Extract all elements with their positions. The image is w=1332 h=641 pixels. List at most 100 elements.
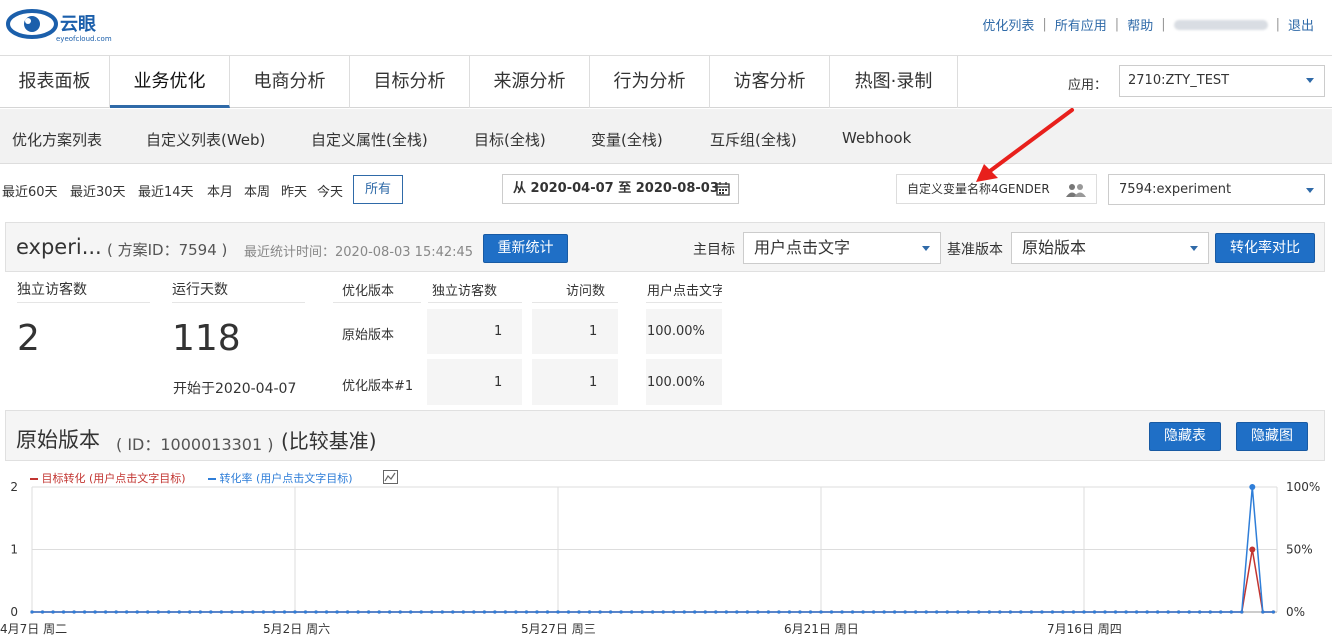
series-point	[1166, 610, 1170, 614]
range-this-month[interactable]: 本月	[207, 181, 233, 200]
series-point	[682, 610, 686, 614]
series-point	[409, 610, 413, 614]
range-14d[interactable]: 最近14天	[138, 181, 194, 200]
series-point	[377, 610, 381, 614]
app-select[interactable]: 2710:ZTY_TEST	[1119, 65, 1325, 97]
tab-source-analysis[interactable]: 来源分析	[470, 56, 590, 108]
row-visitors: 1	[494, 324, 503, 339]
series-point	[1229, 610, 1233, 614]
subnav-custom-attributes[interactable]: 自定义属性(全栈)	[311, 129, 428, 150]
series-point	[945, 610, 949, 614]
series-point	[766, 610, 771, 614]
tab-behavior-analysis[interactable]: 行为分析	[590, 56, 710, 108]
separator: |	[1042, 17, 1047, 32]
series-point	[1145, 610, 1149, 614]
table-header-goal: 用户点击文字	[647, 284, 722, 299]
running-days-label: 运行天数	[172, 279, 305, 303]
range-60d[interactable]: 最近60天	[2, 181, 58, 200]
y-tick-label-right: 0%	[1286, 605, 1305, 619]
series-point	[503, 610, 507, 614]
series-point	[1249, 546, 1256, 553]
series-point	[524, 610, 529, 614]
tab-visitor-analysis[interactable]: 访客分析	[710, 56, 830, 108]
tab-business-optimization[interactable]: 业务优化	[110, 56, 230, 108]
subnav-custom-list-web[interactable]: 自定义列表(Web)	[146, 129, 265, 150]
svg-text:云眼: 云眼	[60, 14, 96, 35]
series-point	[1249, 484, 1256, 490]
tab-ecommerce[interactable]: 电商分析	[230, 56, 350, 108]
tab-heatmap-recording[interactable]: 热图·录制	[830, 56, 958, 108]
range-today[interactable]: 今天	[317, 181, 343, 200]
subnav-webhook[interactable]: Webhook	[842, 129, 911, 147]
series-point	[935, 610, 939, 614]
goal-label: 主目标	[693, 242, 735, 258]
divider	[428, 302, 522, 303]
subnav-experiment-list[interactable]: 优化方案列表	[12, 129, 102, 150]
series-point	[1040, 610, 1044, 614]
series-point	[1208, 610, 1212, 614]
range-yesterday[interactable]: 昨天	[281, 181, 307, 200]
experiment-select[interactable]: 7594:experiment	[1108, 174, 1325, 205]
series-point	[146, 610, 150, 614]
date-range-picker[interactable]: 从 2020-04-07 至 2020-08-03	[502, 174, 739, 204]
goal-select-value: 用户点击文字	[754, 238, 851, 257]
annotation-arrow-icon	[976, 108, 1074, 182]
svg-text:eyeofcloud.com: eyeofcloud.com	[56, 35, 112, 43]
sub-nav: 优化方案列表 自定义列表(Web) 自定义属性(全栈) 目标(全栈) 变量(全栈…	[0, 109, 1332, 164]
experiment-select-value: 7594:experiment	[1119, 182, 1232, 197]
user-name-blurred[interactable]	[1173, 19, 1268, 30]
eye-logo-icon: 云眼 eyeofcloud.com	[6, 9, 112, 43]
trend-chart: 0 0% 1 50% 2 100% 4月7日 周二 5月2日 周六 5月27日 周三 6月21日 …	[0, 480, 1320, 636]
top-link-logout[interactable]: 退出	[1288, 15, 1314, 34]
recount-button[interactable]: 重新统计	[483, 234, 568, 263]
table-header-visitors: 独立访客数	[432, 284, 498, 299]
series-point	[777, 610, 781, 614]
series-point	[1135, 610, 1139, 614]
series-point	[1124, 610, 1128, 614]
series-point	[1071, 610, 1076, 614]
series-point	[630, 610, 634, 614]
top-bar: 云眼 eyeofcloud.com 优化列表 | 所有应用 | 帮助 | | 退…	[0, 0, 1332, 56]
x-tick-label: 7月16日 周四	[1047, 622, 1122, 636]
app-label: 应用：	[1068, 78, 1108, 93]
hide-chart-button[interactable]: 隐藏图	[1236, 422, 1308, 451]
tab-goal-analysis[interactable]: 目标分析	[350, 56, 470, 108]
hide-table-button[interactable]: 隐藏表	[1149, 422, 1221, 451]
goal-select[interactable]: 用户点击文字	[743, 232, 941, 264]
tab-dashboard[interactable]: 报表面板	[0, 56, 110, 108]
x-tick-label: 6月21日 周日	[784, 622, 859, 636]
series-point	[724, 610, 728, 614]
top-link-help[interactable]: 帮助	[1127, 15, 1153, 34]
subnav-mutex-groups[interactable]: 互斥组(全栈)	[710, 129, 797, 150]
series-point	[1177, 610, 1181, 614]
unique-visitors-value: 2	[17, 318, 40, 359]
top-links: 优化列表 | 所有应用 | 帮助 | | 退出	[982, 15, 1332, 34]
series-point	[104, 610, 108, 614]
range-30d[interactable]: 最近30天	[70, 181, 126, 200]
unique-visitors-label: 独立访客数	[17, 279, 150, 303]
series-point	[293, 610, 297, 614]
calendar-icon	[716, 182, 730, 196]
cell-bg	[427, 359, 522, 405]
brand-logo[interactable]: 云眼 eyeofcloud.com	[6, 8, 116, 44]
series-point	[882, 610, 886, 614]
subnav-goals[interactable]: 目标(全栈)	[474, 129, 546, 150]
series-point	[651, 610, 655, 614]
range-all-button[interactable]: 所有	[353, 175, 403, 204]
variant-id: ( ID：1000013301 )	[116, 435, 274, 454]
series-point	[672, 610, 676, 614]
series-point	[1061, 610, 1065, 614]
series-point	[829, 610, 834, 614]
row-version-name: 优化版本#1	[342, 379, 414, 394]
conversion-compare-button[interactable]: 转化率对比	[1215, 233, 1315, 263]
series-point	[819, 610, 823, 614]
top-link-all-apps[interactable]: 所有应用	[1055, 15, 1107, 34]
range-this-week[interactable]: 本周	[244, 181, 270, 200]
base-version-select[interactable]: 原始版本	[1011, 232, 1209, 264]
separator: |	[1161, 17, 1166, 32]
top-link-optimization-list[interactable]: 优化列表	[982, 15, 1034, 34]
series-point	[282, 610, 287, 614]
base-version-value: 原始版本	[1022, 238, 1087, 257]
series-point	[114, 610, 118, 614]
subnav-variables[interactable]: 变量(全栈)	[591, 129, 663, 150]
